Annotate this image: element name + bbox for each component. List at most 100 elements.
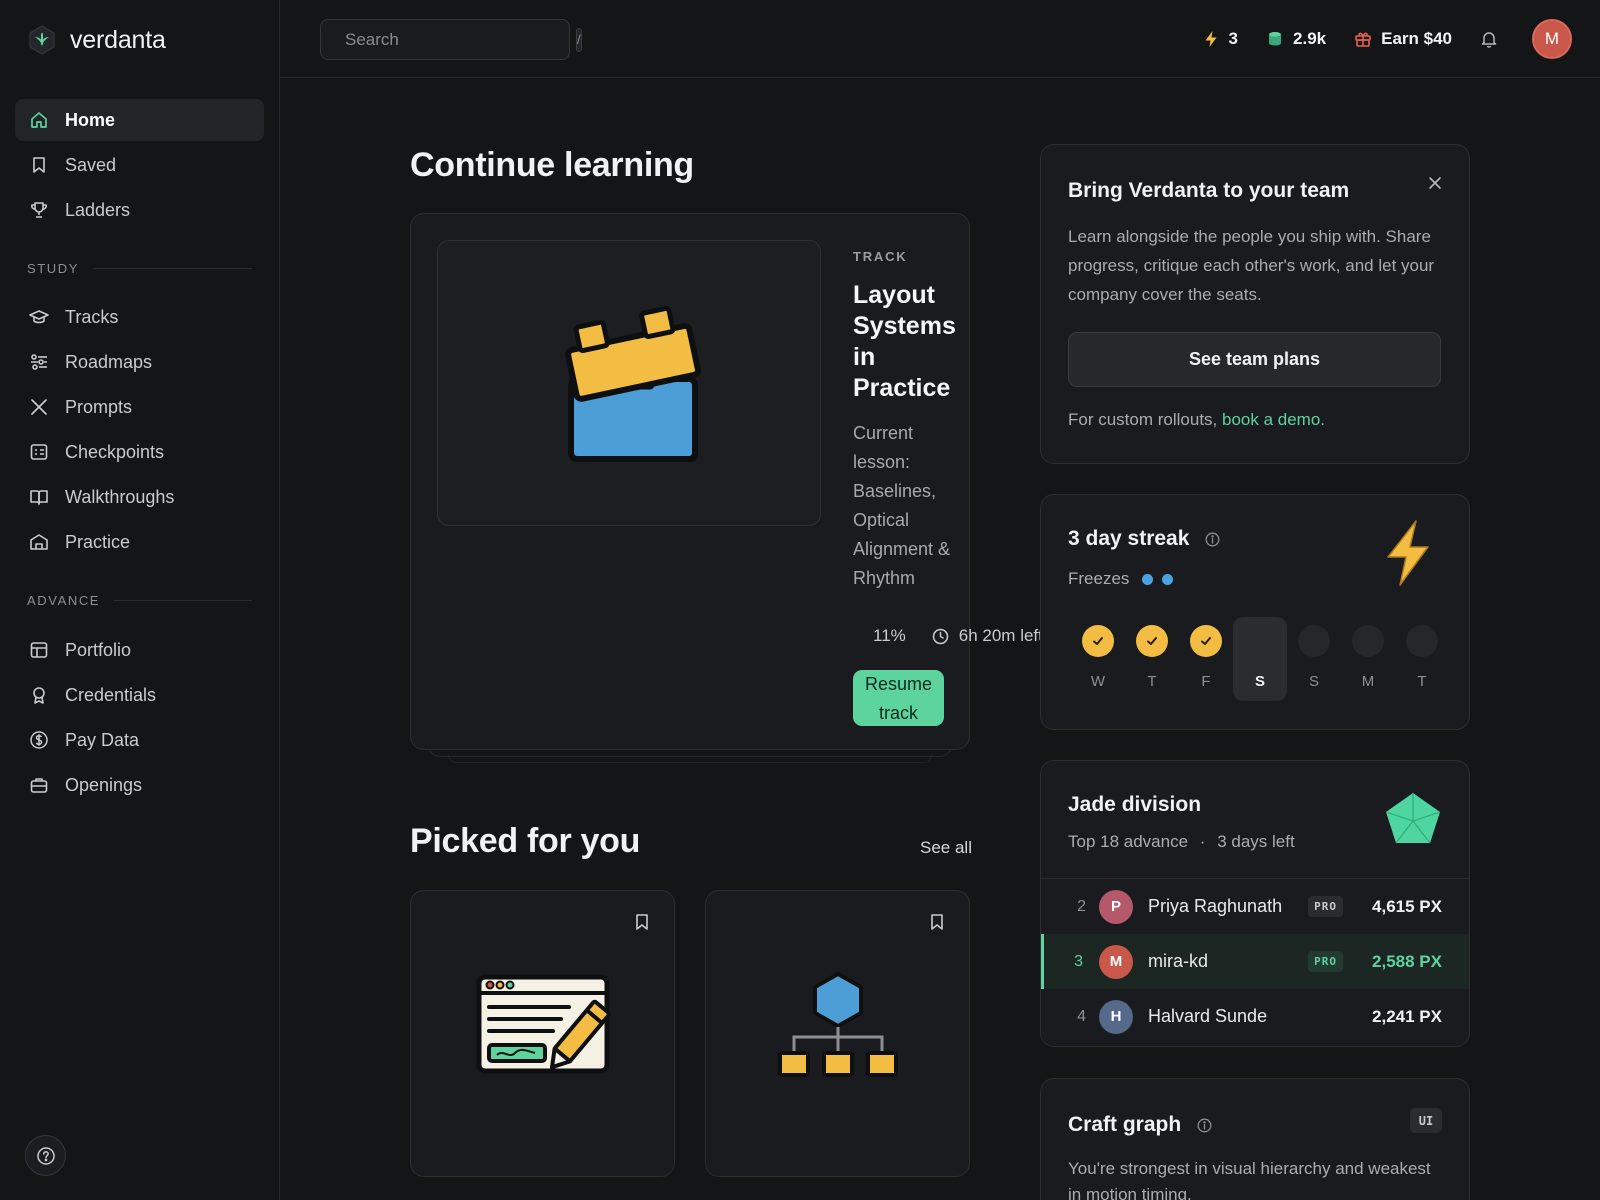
editor-pencil-illustration xyxy=(476,974,611,1074)
brand-name: verdanta xyxy=(70,25,166,54)
recommendation-card[interactable] xyxy=(705,890,970,1177)
leaderboard-row[interactable]: 4 H Halvard Sunde 2,241 PX xyxy=(1041,989,1469,1044)
help-button[interactable] xyxy=(25,1135,66,1176)
search-shortcut-key: / xyxy=(576,27,582,52)
bookmark-icon xyxy=(636,914,648,930)
nav-label: Ladders xyxy=(65,199,131,220)
nav-item-checkpoints[interactable]: Checkpoints xyxy=(15,431,264,473)
nav-item-portfolio[interactable]: Portfolio xyxy=(15,629,264,671)
streak-day: F xyxy=(1179,617,1233,701)
current-track-card[interactable]: TRACK Layout Systems in Practice Current… xyxy=(410,213,1043,750)
current-lesson: Current lesson: Baselines, Optical Align… xyxy=(853,423,951,588)
track-thumbnail xyxy=(437,240,821,526)
nav-label: Saved xyxy=(65,154,117,175)
bookmark-button[interactable] xyxy=(929,913,945,931)
open-book-icon xyxy=(30,490,48,505)
gems-counter[interactable]: 2.9k xyxy=(1266,29,1326,49)
check-icon xyxy=(1093,637,1103,645)
recommendation-card[interactable] xyxy=(410,890,675,1177)
brand[interactable]: verdanta xyxy=(26,24,166,56)
streak-counter[interactable]: 3 xyxy=(1202,29,1238,49)
day-label: S xyxy=(1308,673,1319,690)
streak-title: 3 day streak xyxy=(1068,527,1220,551)
nav-label: Tracks xyxy=(65,306,119,327)
nav-label: Practice xyxy=(65,531,131,552)
check-icon xyxy=(1147,637,1157,645)
nav-label: Prompts xyxy=(65,396,133,417)
rank: 3 xyxy=(1074,952,1083,970)
nav-item-tracks[interactable]: Tracks xyxy=(15,296,264,338)
day-status xyxy=(1082,625,1114,657)
see-team-plans-button[interactable]: See team plans xyxy=(1068,332,1441,387)
graduation-cap-icon xyxy=(29,310,49,324)
leaderboard-row-current-user[interactable]: 3 M mira-kd PRO 2,588 PX xyxy=(1041,934,1469,989)
dismiss-button[interactable] xyxy=(1427,175,1443,191)
day-status xyxy=(1244,625,1276,657)
home-icon xyxy=(31,112,47,128)
info-icon[interactable] xyxy=(1205,532,1220,547)
dollar-icon xyxy=(30,731,48,749)
nav-item-prompts[interactable]: Prompts xyxy=(15,386,264,428)
search-box[interactable]: / xyxy=(320,19,582,60)
member-points: 2,588 PX xyxy=(1372,951,1442,971)
building-blocks-illustration xyxy=(565,305,701,462)
nav-item-home[interactable]: Home xyxy=(15,99,264,141)
gems-count: 2.9k xyxy=(1293,29,1327,48)
day-status xyxy=(1406,625,1438,657)
league-panel: Jade division Top 18 advance · 3 days le… xyxy=(1040,760,1470,1047)
info-icon[interactable] xyxy=(1197,1118,1212,1133)
team-promo-body: Learn alongside the people you ship with… xyxy=(1068,227,1435,304)
study-section-heading: STUDY xyxy=(27,261,252,276)
craft-graph-title: Craft graph xyxy=(1068,1113,1212,1137)
advance-nav: Portfolio Credentials Pay Data Openings xyxy=(15,629,264,809)
checklist-icon xyxy=(30,444,48,460)
picked-for-you-heading: Picked for you xyxy=(410,822,641,860)
bookmark-icon xyxy=(33,157,45,173)
pro-badge: PRO xyxy=(1308,896,1343,917)
member-points: 4,615 PX xyxy=(1372,896,1442,916)
bookmark-button[interactable] xyxy=(634,913,650,931)
lightning-bolt-icon xyxy=(1387,520,1429,586)
member-points: 2,241 PX xyxy=(1372,1006,1442,1026)
streak-day: T xyxy=(1395,617,1449,701)
see-all-link[interactable]: See all xyxy=(920,838,972,858)
hierarchy-tree-illustration xyxy=(777,972,898,1077)
rank: 4 xyxy=(1077,1007,1086,1025)
nav-item-saved[interactable]: Saved xyxy=(15,144,264,186)
trophy-icon xyxy=(31,202,47,218)
book-demo-link[interactable]: book a demo xyxy=(1222,410,1320,429)
advance-section-heading: ADVANCE xyxy=(27,593,252,608)
nav-item-ladders[interactable]: Ladders xyxy=(15,189,264,231)
streak-panel: 3 day streak Freezes W T F S S M T xyxy=(1040,494,1470,730)
nav-label: Walkthroughs xyxy=(65,486,175,507)
search-input[interactable] xyxy=(345,29,566,50)
track-kicker: TRACK xyxy=(853,249,908,264)
nav-item-walkthroughs[interactable]: Walkthroughs xyxy=(15,476,264,518)
jade-gem-icon xyxy=(1385,793,1441,844)
nav-label: Checkpoints xyxy=(65,441,165,462)
team-promo-title: Bring Verdanta to your team xyxy=(1068,179,1350,202)
streak-day: S xyxy=(1287,617,1341,701)
resume-track-button[interactable]: Resume track xyxy=(853,670,944,726)
leaderboard-row[interactable]: 2 P Priya Raghunath PRO 4,615 PX xyxy=(1041,879,1469,934)
team-promo-footer: For custom rollouts, book a demo. xyxy=(1068,410,1326,429)
streak-day: T xyxy=(1125,617,1179,701)
streak-count: 3 xyxy=(1228,29,1239,48)
day-label: F xyxy=(1201,673,1211,690)
day-status xyxy=(1352,625,1384,657)
notifications-button[interactable] xyxy=(1480,30,1498,48)
lightning-icon xyxy=(1205,31,1217,47)
bell-icon xyxy=(1481,32,1497,48)
bookmark-icon xyxy=(931,914,943,930)
user-avatar[interactable]: M xyxy=(1532,19,1572,59)
earn-referral[interactable]: Earn $40 xyxy=(1354,29,1452,49)
craft-graph-panel: Craft graph UI You're strongest in visua… xyxy=(1040,1078,1470,1200)
track-title[interactable]: Layout Systems in Practice xyxy=(853,280,963,404)
nav-item-pay-data[interactable]: Pay Data xyxy=(15,719,264,761)
craft-graph-summary: You're strongest in visual hierarchy and… xyxy=(1068,1159,1431,1200)
nav-item-openings[interactable]: Openings xyxy=(15,764,264,806)
nav-item-credentials[interactable]: Credentials xyxy=(15,674,264,716)
nav-item-practice[interactable]: Practice xyxy=(15,521,264,563)
nav-item-roadmaps[interactable]: Roadmaps xyxy=(15,341,264,383)
track-progress-meta: 11% 6h 20m left xyxy=(873,626,1043,646)
